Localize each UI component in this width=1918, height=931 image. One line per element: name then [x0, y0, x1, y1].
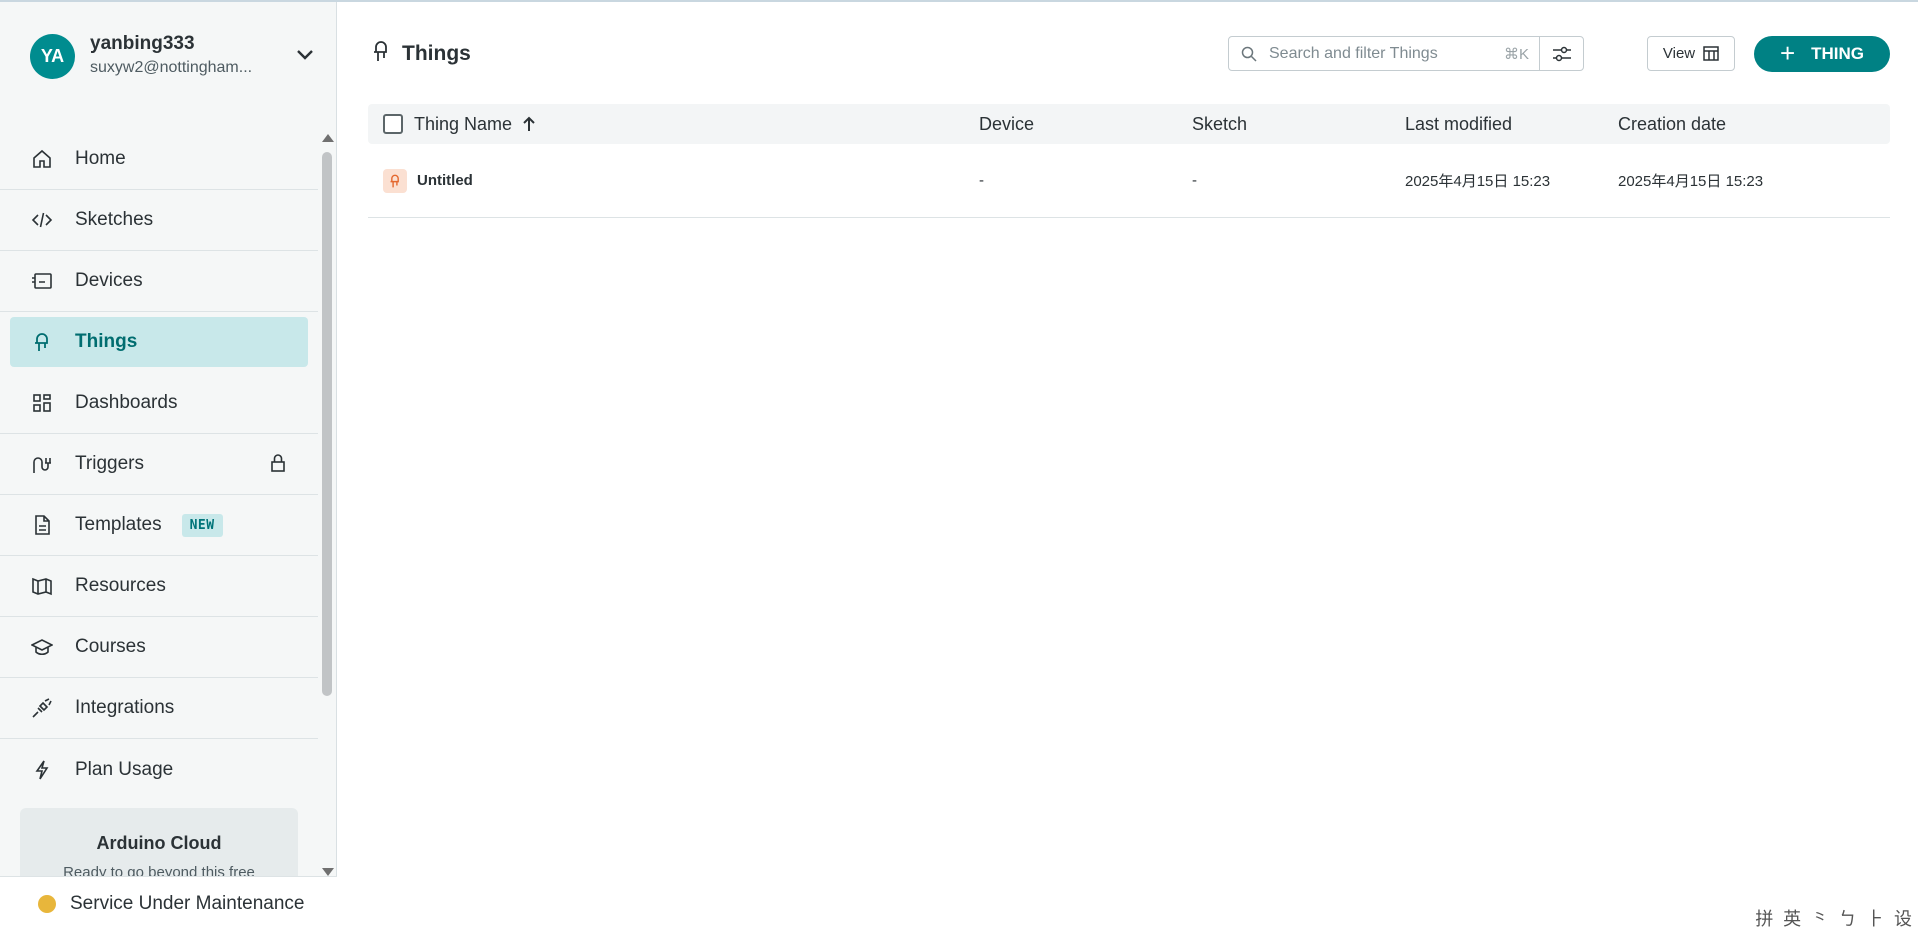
search-box: ⌘K [1228, 36, 1584, 71]
sidebar-item-templates[interactable]: Templates NEW [0, 495, 318, 556]
promo-title: Arduino Cloud [96, 833, 222, 853]
sidebar-item-courses[interactable]: Courses [0, 617, 318, 678]
page-title: Things [402, 41, 471, 65]
trigger-icon [30, 452, 54, 476]
sidebar-item-label: Sketches [75, 209, 154, 230]
sidebar-item-label: Resources [75, 575, 166, 596]
chevron-down-icon[interactable] [290, 43, 320, 67]
column-header-device[interactable]: Device [979, 114, 1192, 135]
column-header-creation-date[interactable]: Creation date [1618, 114, 1848, 135]
sort-ascending-icon[interactable] [522, 116, 536, 132]
sidebar-item-label: Courses [75, 636, 146, 657]
add-thing-button[interactable]: + THING [1754, 36, 1890, 72]
sidebar-item-label: Triggers [75, 453, 144, 474]
sidebar-item-integrations[interactable]: Integrations [0, 678, 318, 739]
lightning-icon [30, 758, 54, 782]
sidebar-item-label: Dashboards [75, 392, 178, 413]
sliders-icon [1552, 46, 1571, 61]
account-switcher[interactable]: YA yanbing333 suxyw2@nottingham... [30, 31, 320, 81]
table-layout-icon [1703, 46, 1719, 61]
add-thing-label: THING [1811, 44, 1865, 63]
account-email: suxyw2@nottingham... [90, 59, 253, 76]
avatar: YA [30, 33, 75, 79]
sidebar-nav: Home Sketches Devices Things Dashboards [0, 129, 318, 800]
thing-icon [30, 330, 54, 354]
main-content: Things ⌘K View + THING Thing Name Device [338, 2, 1918, 931]
sidebar-item-resources[interactable]: Resources [0, 556, 318, 617]
view-label: View [1662, 45, 1696, 62]
sidebar-scrollbar[interactable] [318, 132, 336, 876]
account-name: yanbing333 [90, 33, 195, 54]
status-text: Service Under Maintenance [70, 893, 305, 914]
sidebar-item-home[interactable]: Home [0, 129, 318, 190]
sidebar-item-label: Templates [75, 514, 162, 535]
search-icon [1229, 46, 1269, 62]
thing-icon [383, 168, 407, 193]
plug-icon [30, 696, 54, 720]
new-badge: NEW [181, 513, 223, 537]
home-icon [30, 147, 54, 171]
sidebar-item-dashboards[interactable]: Dashboards [0, 373, 318, 434]
column-header-sketch[interactable]: Sketch [1192, 114, 1405, 135]
scroll-up-arrow[interactable] [322, 134, 334, 142]
scroll-thumb[interactable] [322, 152, 332, 696]
search-input[interactable] [1269, 44, 1504, 63]
sidebar-item-label: Home [75, 148, 126, 169]
things-table: Thing Name Device Sketch Last modified C… [368, 104, 1890, 218]
sidebar-item-label: Devices [75, 270, 143, 291]
sidebar-item-label: Integrations [75, 697, 175, 718]
dashboard-icon [30, 391, 54, 415]
filter-button[interactable] [1539, 37, 1583, 70]
sidebar-item-sketches[interactable]: Sketches [0, 190, 318, 251]
sidebar-item-devices[interactable]: Devices [0, 251, 318, 312]
graduation-cap-icon [30, 635, 54, 659]
sidebar-item-things[interactable]: Things [10, 317, 308, 367]
lock-icon [270, 453, 286, 479]
thing-last-modified: 2025年4月15日 15:23 [1405, 173, 1551, 190]
sidebar-item-label: Things [75, 331, 138, 352]
code-icon [30, 208, 54, 232]
sidebar: YA yanbing333 suxyw2@nottingham... Home … [0, 2, 337, 931]
ime-toolbar[interactable]: 拼 英 ⺀ ㄅ ⺊ 设 [1755, 905, 1914, 931]
thing-sketch: - [1192, 172, 1197, 189]
table-row[interactable]: Untitled - - 2025年4月15日 15:23 2025年4月15日… [368, 144, 1890, 218]
thing-creation-date: 2025年4月15日 15:23 [1618, 173, 1764, 190]
view-button[interactable]: View [1647, 36, 1735, 71]
thing-device: - [979, 172, 984, 189]
sidebar-item-plan-usage[interactable]: Plan Usage [0, 739, 318, 800]
column-header-name[interactable]: Thing Name [414, 114, 512, 135]
select-all-checkbox[interactable] [383, 114, 403, 134]
column-header-last-modified[interactable]: Last modified [1405, 114, 1618, 135]
plus-icon: + [1779, 37, 1796, 68]
service-status[interactable]: Service Under Maintenance [0, 876, 337, 931]
keyboard-shortcut: ⌘K [1503, 45, 1529, 63]
sidebar-item-triggers[interactable]: Triggers [0, 434, 318, 495]
status-dot [38, 895, 56, 913]
account-info: yanbing333 suxyw2@nottingham... [90, 32, 270, 80]
template-icon [30, 513, 54, 537]
sidebar-item-label: Plan Usage [75, 758, 174, 780]
thing-icon [370, 39, 392, 68]
scroll-down-arrow[interactable] [322, 868, 334, 876]
device-icon [30, 269, 54, 293]
page-header: Things [370, 39, 471, 68]
table-header: Thing Name Device Sketch Last modified C… [368, 104, 1890, 144]
thing-name[interactable]: Untitled [417, 172, 473, 189]
book-icon [30, 574, 54, 598]
